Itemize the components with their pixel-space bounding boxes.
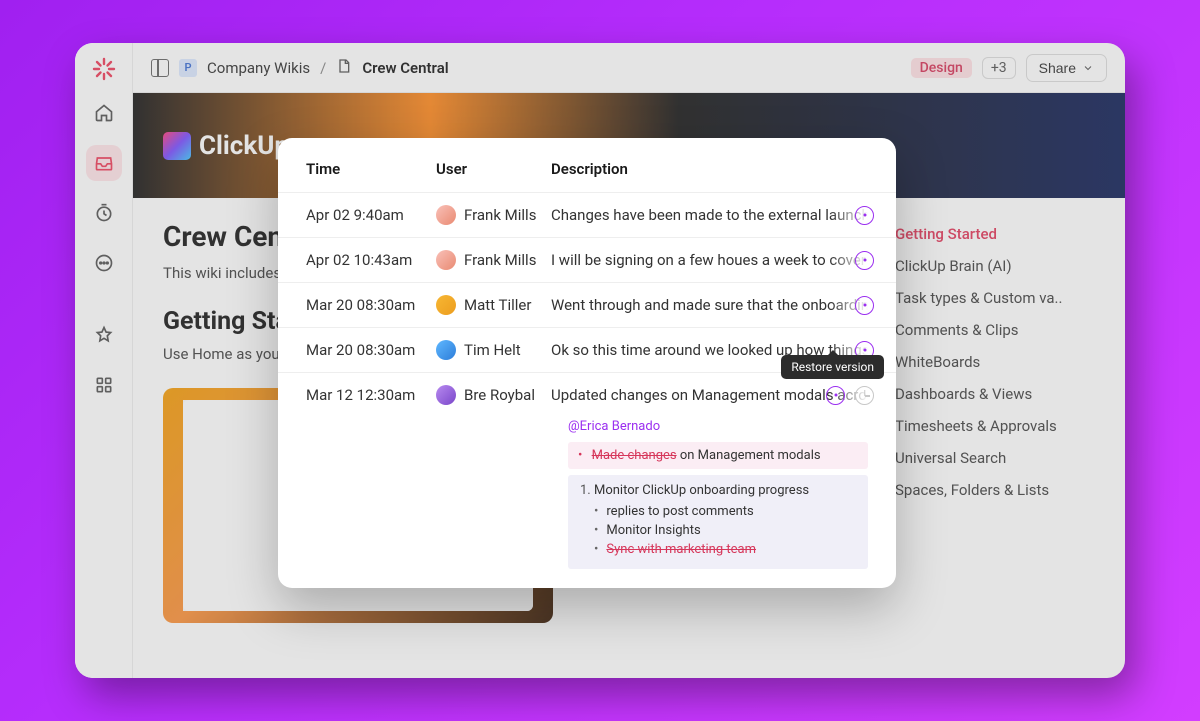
version-history-panel: Time User Description Apr 02 9:40amFrank… [278,138,896,588]
version-row[interactable]: Apr 02 9:40amFrank MillsChanges have bee… [278,192,896,237]
diff-list-block: 1. Monitor ClickUp onboarding progress r… [568,475,868,569]
mention-link[interactable]: @Erica Bernado [568,417,868,442]
version-time: Apr 02 10:43am [306,251,436,269]
col-header-time: Time [306,160,436,178]
version-user: Bre Roybal [436,385,551,405]
diff-list-title: Monitor ClickUp onboarding progress [594,483,809,498]
version-menu-icon[interactable] [855,206,874,225]
version-time: Apr 02 9:40am [306,206,436,224]
diff-list-item: Sync with marketing team [594,540,858,559]
version-time: Mar 20 08:30am [306,341,436,359]
avatar [436,295,456,315]
diff-list-item: Monitor Insights [594,521,858,540]
version-menu-icon[interactable] [855,251,874,270]
version-diff-details: @Erica Bernado • Made changes on Managem… [278,417,896,569]
avatar [436,385,456,405]
col-header-user: User [436,160,551,178]
version-time: Mar 20 08:30am [306,296,436,314]
version-description: I will be signing on a few houes a week … [551,251,868,269]
col-header-description: Description [551,160,868,178]
avatar [436,205,456,225]
version-header: Time User Description [278,160,896,192]
version-user: Frank Mills [436,205,551,225]
restore-version-tooltip: Restore version [781,355,884,379]
version-user: Tim Helt [436,340,551,360]
version-row[interactable]: Mar 20 08:30amMatt TillerWent through an… [278,282,896,327]
avatar [436,250,456,270]
version-description: Went through and made sure that the onbo… [551,296,868,314]
version-menu-icon[interactable] [826,386,845,405]
diff-removed-line: • Made changes on Management modals [568,442,868,469]
restore-version-icon[interactable] [855,386,874,405]
version-description: Updated changes on Management modals acr… [551,386,868,404]
version-description: Changes have been made to the external l… [551,206,868,224]
version-row[interactable]: Apr 02 10:43amFrank MillsI will be signi… [278,237,896,282]
diff-strike-text: Made changes [592,448,677,463]
diff-list-item: replies to post comments [594,502,858,521]
version-user: Matt Tiller [436,295,551,315]
diff-rest-text: on Management modals [677,448,821,463]
version-user: Frank Mills [436,250,551,270]
app-window: P Company Wikis / Crew Central Design +3… [75,43,1125,678]
version-menu-icon[interactable] [855,296,874,315]
version-time: Mar 12 12:30am [306,386,436,404]
avatar [436,340,456,360]
